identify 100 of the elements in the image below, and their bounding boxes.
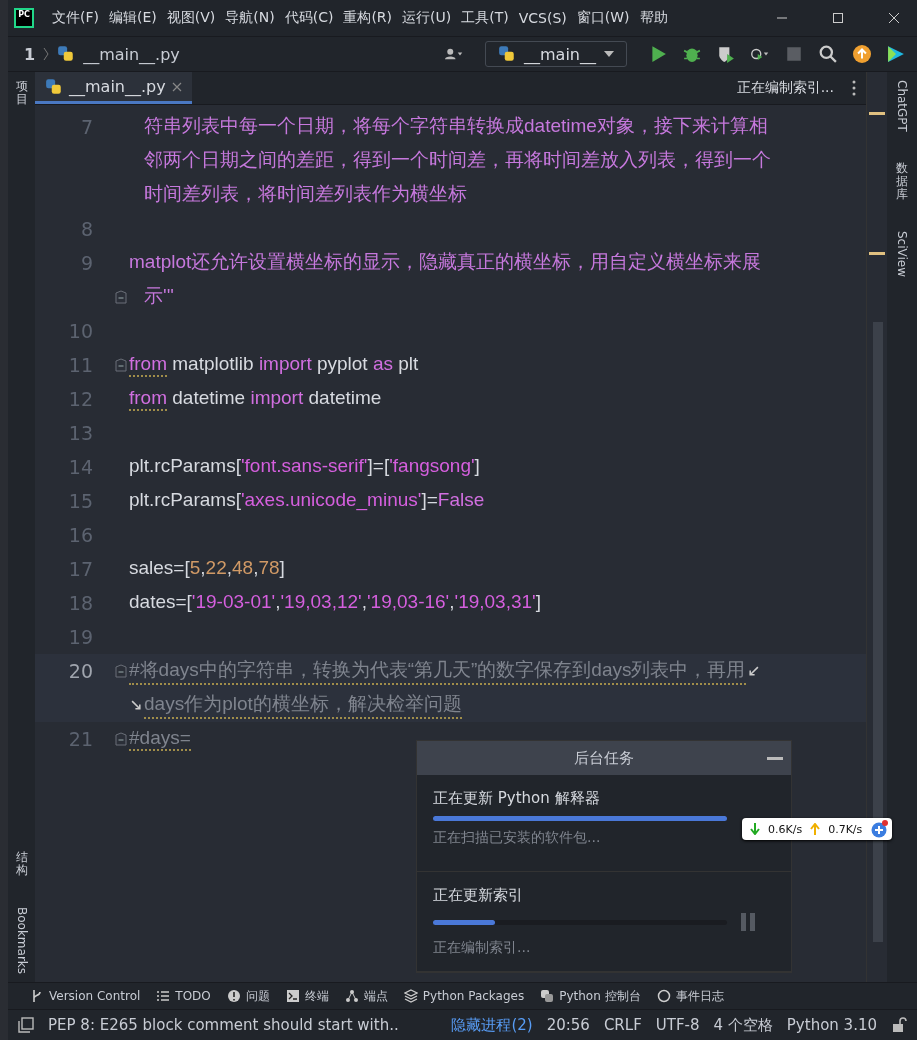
line-number: 15 (68, 490, 93, 512)
layers-icon[interactable] (403, 989, 418, 1003)
tool-window-button[interactable]: 问题 (245, 987, 270, 1005)
code-token: , (449, 591, 455, 614)
code-token: matplotlib (171, 353, 255, 376)
tool-window-button[interactable]: 事件日志 (675, 987, 724, 1005)
status-item[interactable]: 20:56 (546, 1016, 590, 1034)
code-token: days作为plot的横坐标，解决检举问题 (144, 691, 462, 719)
code-token: 78 (258, 557, 280, 580)
code-token: datetime (171, 387, 247, 410)
close-icon[interactable] (171, 81, 182, 92)
tool-window-button[interactable]: Python 控制台 (559, 987, 641, 1005)
fold-icon[interactable] (115, 664, 127, 678)
task-detail: 正在编制索引... (433, 939, 532, 957)
menu-item[interactable]: 工具(T) (461, 9, 509, 27)
menu-item[interactable]: 重构(R) (343, 9, 393, 27)
status-item[interactable]: 4 个空格 (713, 1015, 773, 1035)
upload-speed: 0.7K/s (828, 822, 863, 836)
search-icon[interactable] (819, 45, 837, 63)
menu-item[interactable]: VCS(S) (518, 10, 567, 26)
tool-window-button[interactable]: 端点 (363, 987, 388, 1005)
fold-icon[interactable] (115, 358, 127, 372)
editor-tab[interactable]: __main__.py (35, 72, 192, 104)
tool-window-button[interactable]: 终端 (304, 987, 329, 1005)
code-token: , (200, 557, 206, 580)
code-token: import (258, 353, 312, 376)
line-number: 8 (80, 218, 93, 240)
hidden-processes-link[interactable]: 隐藏进程(2) (451, 1015, 533, 1035)
shield-run-icon[interactable] (717, 45, 735, 63)
code-token: , (226, 557, 232, 580)
line-number: 17 (68, 558, 93, 580)
tool-window-button[interactable]: Python Packages (422, 989, 525, 1003)
menu-item[interactable]: 代码(C) (284, 9, 334, 27)
nodes-icon[interactable] (344, 989, 359, 1003)
code-token: 示''' (144, 284, 174, 308)
line-number: 11 (68, 354, 93, 376)
app-shortcut-icon[interactable] (887, 45, 905, 63)
tool-window-tab[interactable]: 数据库 (896, 161, 908, 202)
branch-icon[interactable] (30, 989, 44, 1003)
menu-item[interactable]: 导航(N) (225, 9, 275, 27)
run-icon[interactable] (649, 45, 667, 63)
update-icon[interactable] (853, 45, 871, 63)
code-token: ] (535, 591, 541, 614)
code-token: sales=[ (129, 557, 190, 580)
code-token: ]= (421, 489, 438, 510)
tool-window-button[interactable]: Version Control (49, 989, 141, 1003)
wrap-arrow-icon (747, 665, 759, 677)
tool-window-tab[interactable]: 结构 (15, 850, 28, 877)
line-number: 14 (68, 456, 93, 478)
code-token: from (129, 353, 167, 377)
code-token: 22 (205, 557, 227, 580)
menu-item[interactable]: 运行(U) (402, 9, 452, 27)
tool-window-tab[interactable]: 项目 (15, 80, 28, 107)
terminal-icon[interactable] (285, 989, 300, 1003)
lock-icon[interactable] (891, 1017, 907, 1033)
list-icon[interactable] (156, 989, 171, 1003)
code-token: 5 (189, 557, 201, 580)
arrow-down-icon (750, 823, 760, 835)
fold-icon[interactable] (115, 732, 127, 746)
code-token: matplot还允许设置横坐标的显示，隐藏真正的横坐标，用自定义横坐标来展 (129, 250, 762, 274)
status-message[interactable]: PEP 8: E265 block comment should start with.. (48, 1016, 399, 1034)
bug-icon[interactable] (683, 45, 701, 63)
file-crumb[interactable]: __main__.py (83, 44, 180, 64)
code-token: pyplot (315, 353, 369, 376)
python-icon[interactable] (540, 989, 555, 1003)
run-config-dropdown[interactable]: __main__ (485, 41, 627, 67)
status-item[interactable]: CRLF (603, 1016, 642, 1034)
task-detail: 正在扫描已安装的软件包... (433, 829, 602, 847)
code-token: dates=[ (129, 591, 192, 614)
fold-icon[interactable] (115, 290, 127, 304)
menu-item[interactable]: 窗口(W) (576, 9, 630, 27)
tool-window-tab[interactable]: SciView (895, 231, 909, 278)
code-token: #days= (129, 727, 191, 751)
menu-item[interactable]: 文件(F) (52, 9, 99, 27)
code-token: datetime (307, 387, 382, 410)
code-token: 'fangsong' (389, 455, 475, 478)
project-crumb[interactable]: 1 (24, 44, 36, 64)
alert-icon[interactable] (226, 989, 241, 1003)
menu-item[interactable]: 帮助 (639, 9, 668, 27)
warning-mark (869, 112, 885, 115)
line-number: 13 (68, 422, 93, 444)
tool-window-tab[interactable]: Bookmarks (14, 906, 29, 974)
status-item[interactable]: UTF-8 (655, 1016, 700, 1034)
more-icon[interactable] (852, 80, 856, 96)
bubble-icon[interactable] (656, 989, 671, 1003)
tool-window-tab[interactable]: ChatGPT (895, 80, 909, 132)
plus-icon[interactable] (870, 820, 889, 838)
panel-toggle-icon[interactable] (18, 1017, 34, 1033)
tool-window-button[interactable]: TODO (175, 989, 211, 1003)
python-file-icon (45, 77, 63, 96)
warning-mark (869, 252, 885, 255)
code-token: '19,03,12' (280, 591, 362, 614)
arrow-up-icon (810, 823, 821, 835)
code-token: 48 (232, 557, 254, 580)
status-item[interactable]: Python 3.10 (786, 1016, 877, 1034)
wrap-arrow-icon (131, 699, 142, 711)
minimize-icon[interactable] (767, 756, 783, 760)
menu-item[interactable]: 编辑(E) (109, 9, 157, 27)
code-token: '19-03-01' (191, 591, 276, 614)
menu-item[interactable]: 视图(V) (166, 9, 216, 27)
